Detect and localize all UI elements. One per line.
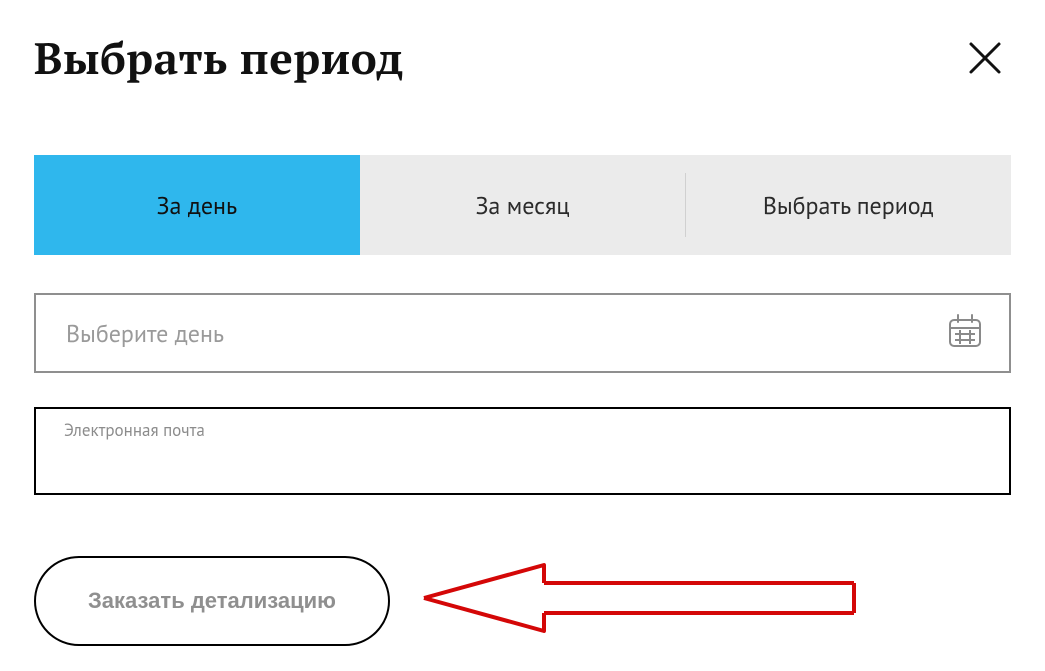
email-input[interactable] xyxy=(64,441,991,473)
date-picker-placeholder: Выберите день xyxy=(66,318,945,349)
tab-custom-period[interactable]: Выбрать период xyxy=(685,155,1011,255)
dialog-header: Выбрать период xyxy=(34,28,1011,87)
email-field-container: Электронная почта xyxy=(34,407,1011,495)
email-label: Электронная почта xyxy=(64,419,991,441)
tab-label: Выбрать период xyxy=(763,190,934,221)
annotation-arrow-icon xyxy=(414,553,874,648)
order-detail-button[interactable]: Заказать детализацию xyxy=(34,556,390,646)
tab-label: За месяц xyxy=(475,190,569,221)
calendar-icon xyxy=(945,311,985,356)
close-icon xyxy=(965,38,1005,78)
date-picker-field[interactable]: Выберите день xyxy=(34,293,1011,373)
close-button[interactable] xyxy=(959,32,1011,84)
tab-label: За день xyxy=(157,190,238,221)
order-button-label: Заказать детализацию xyxy=(88,588,336,613)
period-tabs: За день За месяц Выбрать период xyxy=(34,155,1011,255)
tab-day[interactable]: За день xyxy=(34,155,360,255)
dialog-footer: Заказать детализацию xyxy=(34,553,1011,648)
dialog-title: Выбрать период xyxy=(34,28,403,87)
tab-month[interactable]: За месяц xyxy=(360,155,686,255)
select-period-dialog: Выбрать период За день За месяц Выбрать … xyxy=(0,0,1045,671)
